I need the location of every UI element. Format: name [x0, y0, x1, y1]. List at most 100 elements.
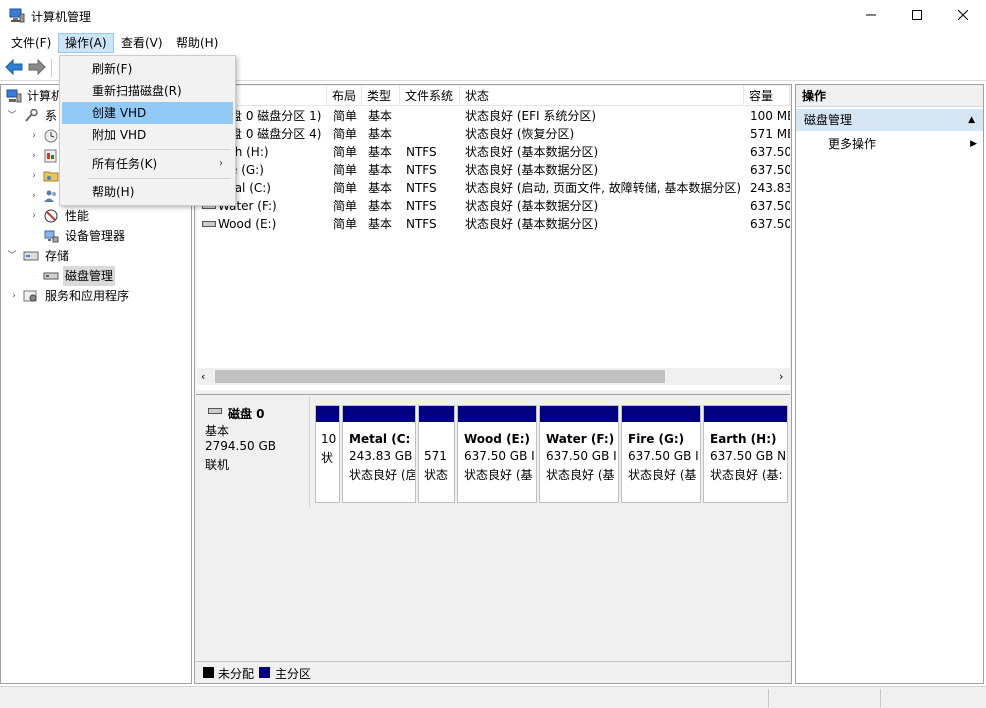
disk-0-label[interactable]: 磁盘 0 基本 2794.50 GB 联机 — [196, 397, 310, 507]
table-row[interactable]: 盘 0 磁盘分区 1) 简单 基本 状态良好 (EFI 系统分区) 100 ME — [196, 107, 790, 125]
volume-capacity: 637.50 — [750, 145, 790, 159]
column-header-capacity[interactable]: 容量 — [744, 86, 790, 106]
chevron-right-icon[interactable]: › — [29, 166, 39, 186]
menu-file[interactable]: 文件(F) — [5, 33, 57, 53]
volume-icon — [202, 221, 216, 227]
partition-bar — [704, 406, 787, 422]
actions-section-disk-management[interactable]: 磁盘管理 ▲ — [796, 109, 983, 131]
menu-item-rescan-disks[interactable]: 重新扫描磁盘(R) — [62, 80, 233, 102]
partition-name: Earth (H:) — [710, 432, 777, 446]
volume-name: 盘 0 磁盘分区 4) — [230, 127, 322, 141]
action-dropdown-menu: 刷新(F) 重新扫描磁盘(R) 创建 VHD 附加 VHD 所有任务(K) › … — [59, 55, 236, 206]
scrollbar-thumb[interactable] — [215, 370, 665, 383]
legend: 未分配 主分区 — [196, 661, 790, 683]
close-icon — [958, 10, 968, 20]
menu-item-all-tasks[interactable]: 所有任务(K) › — [62, 153, 233, 175]
partition-name: Metal (C: — [349, 432, 411, 446]
menu-help[interactable]: 帮助(H) — [170, 33, 224, 53]
chevron-right-icon[interactable]: › — [779, 368, 783, 385]
column-header-filesystem[interactable]: 文件系统 — [400, 86, 460, 106]
volume-type: 基本 — [368, 163, 393, 177]
services-icon — [23, 290, 37, 302]
table-row[interactable]: Water (F:) 简单 基本 NTFS 状态良好 (基本数据分区) 637.… — [196, 197, 790, 215]
disk-kind: 基本 — [205, 424, 230, 438]
chevron-right-icon[interactable]: › — [29, 206, 39, 226]
menu-separator — [88, 178, 231, 179]
column-header-layout[interactable]: 布局 — [327, 86, 362, 106]
menu-item-create-vhd[interactable]: 创建 VHD — [62, 102, 233, 124]
partition-efi[interactable]: 10 状 — [315, 405, 340, 503]
minimize-button[interactable] — [848, 0, 894, 30]
volume-status: 状态良好 (基本数据分区) — [465, 145, 599, 159]
volume-type: 基本 — [368, 109, 393, 123]
volume-layout: 简单 — [333, 109, 358, 123]
menu-item-help[interactable]: 帮助(H) — [62, 181, 233, 203]
actions-section-label: 磁盘管理 — [804, 113, 853, 127]
status-divider — [768, 689, 769, 707]
table-row[interactable]: e (G:) 简单 基本 NTFS 状态良好 (基本数据分区) 637.50 — [196, 161, 790, 179]
volume-status: 状态良好 (恢复分区) — [465, 127, 575, 141]
actions-header: 操作 — [796, 85, 983, 107]
menu-item-attach-vhd[interactable]: 附加 VHD — [62, 124, 233, 146]
more-actions-item[interactable]: 更多操作 ▶ — [796, 133, 983, 155]
partition-recovery[interactable]: 571 状态 — [418, 405, 455, 503]
table-row[interactable]: tal (C:) 简单 基本 NTFS 状态良好 (启动, 页面文件, 故障转储… — [196, 179, 790, 197]
menu-view[interactable]: 查看(V) — [115, 33, 169, 53]
partition-size: 637.50 GB I — [546, 449, 617, 463]
close-button[interactable] — [940, 0, 986, 30]
unallocated-swatch — [203, 667, 214, 678]
volume-fs: NTFS — [406, 199, 437, 213]
chevron-right-icon[interactable]: › — [29, 186, 39, 206]
menu-item-all-tasks-label: 所有任务(K) — [92, 157, 158, 171]
chevron-right-icon[interactable]: › — [9, 286, 19, 306]
maximize-button[interactable] — [894, 0, 940, 30]
table-row[interactable]: Wood (E:) 简单 基本 NTFS 状态良好 (基本数据分区) 637.5… — [196, 215, 790, 233]
volume-capacity: 100 ME — [750, 109, 790, 123]
partition-water-f[interactable]: Water (F:) 637.50 GB I 状态良好 (基 — [539, 405, 619, 503]
partition-status: 状态良好 (基 — [628, 468, 697, 482]
column-header-type[interactable]: 类型 — [362, 86, 400, 106]
volume-layout: 简单 — [333, 163, 358, 177]
collapse-up-icon[interactable]: ▲ — [968, 109, 975, 131]
partition-status: 状态良好 (基 — [546, 468, 615, 482]
partition-status: 状态良好 (扂 — [349, 468, 415, 482]
volume-fs: NTFS — [406, 145, 437, 159]
chevron-right-icon[interactable]: › — [29, 126, 39, 146]
menu-item-refresh[interactable]: 刷新(F) — [62, 58, 233, 80]
tree-label-disk-management: 磁盘管理 — [63, 266, 116, 286]
forward-arrow-icon[interactable] — [28, 59, 46, 75]
disk-graphical-view: 磁盘 0 基本 2794.50 GB 联机 10 状 Metal (C: 243… — [196, 394, 790, 656]
shared-folder-icon — [43, 171, 59, 182]
partition-fire-g[interactable]: Fire (G:) 637.50 GB I 状态良好 (基 — [621, 405, 701, 503]
menu-action[interactable]: 操作(A) — [58, 33, 114, 53]
volume-layout: 简单 — [333, 145, 358, 159]
volume-layout: 简单 — [333, 181, 358, 195]
chevron-down-icon[interactable]: ﹀ — [7, 246, 17, 266]
users-icon — [44, 190, 56, 202]
chevron-down-icon[interactable]: ﹀ — [7, 106, 17, 126]
partition-status: 状态良好 (基 — [464, 468, 533, 482]
partition-metal-c[interactable]: Metal (C: 243.83 GB 状态良好 (扂 — [342, 405, 416, 503]
table-row[interactable]: th (H:) 简单 基本 NTFS 状态良好 (基本数据分区) 637.50 — [196, 143, 790, 161]
toolbar-separator — [51, 59, 52, 77]
minimize-icon — [866, 14, 876, 16]
chevron-left-icon[interactable]: ‹ — [201, 368, 205, 385]
back-arrow-icon[interactable] — [5, 59, 23, 75]
chevron-right-icon[interactable]: › — [29, 146, 39, 166]
table-row[interactable]: 盘 0 磁盘分区 4) 简单 基本 状态良好 (恢复分区) 571 ME — [196, 125, 790, 143]
volume-capacity: 571 ME — [750, 127, 790, 141]
volume-fs: NTFS — [406, 217, 437, 231]
partition-wood-e[interactable]: Wood (E:) 637.50 GB I 状态良好 (基 — [457, 405, 537, 503]
tree-label-system-tools: 系 — [45, 109, 58, 123]
column-header-status[interactable]: 状态 — [460, 86, 744, 106]
title-bar: 计算机管理 — [0, 0, 986, 32]
computer-management-icon — [6, 89, 22, 103]
volume-name: tal (C:) — [230, 181, 271, 195]
menu-separator — [88, 149, 231, 150]
horizontal-scrollbar[interactable]: ‹ › — [197, 368, 791, 385]
tree-label-performance: 性能 — [65, 209, 90, 223]
volume-status: 状态良好 (基本数据分区) — [465, 163, 599, 177]
tree-label-services: 服务和应用程序 — [45, 289, 130, 303]
partition-earth-h[interactable]: Earth (H:) 637.50 GB N 状态良好 (基: — [703, 405, 788, 503]
legend-unallocated: 未分配 — [218, 667, 255, 681]
